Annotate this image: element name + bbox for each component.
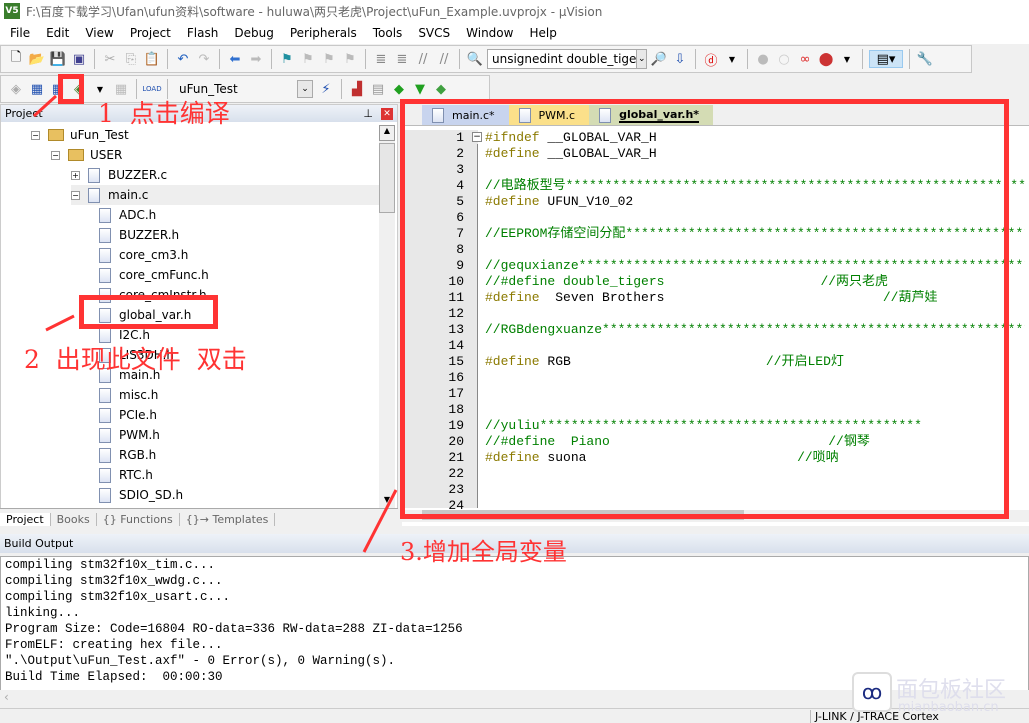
arrow-icon — [45, 314, 75, 332]
arrow-icon — [362, 489, 398, 553]
arrow-icon — [32, 94, 58, 118]
watermark-logo-icon: ꝏ — [852, 672, 892, 712]
watermark-sub: mianbaoban.cn — [898, 700, 999, 715]
annotation-arrows — [32, 94, 398, 553]
